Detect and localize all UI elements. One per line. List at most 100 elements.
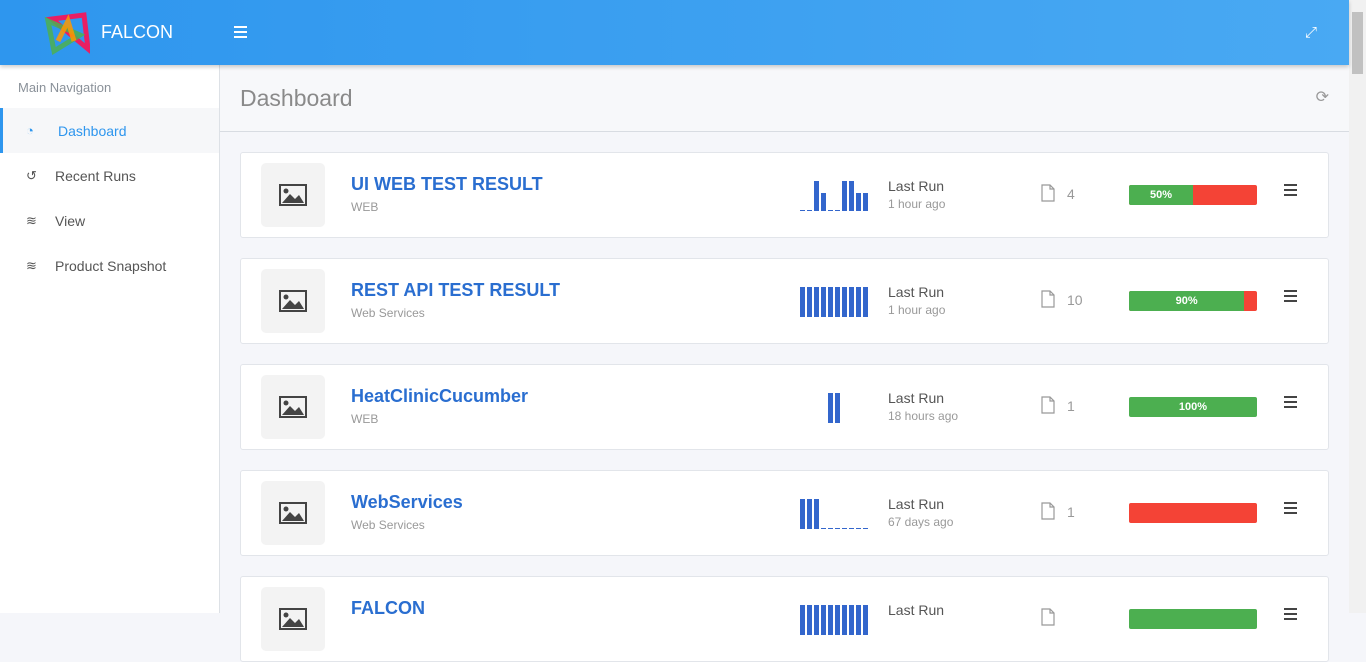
sparkline-bar [800, 210, 805, 211]
card-menu-icon[interactable] [1284, 502, 1297, 517]
pass-rate-bar: 100% [1129, 397, 1257, 417]
sparkline-bar [828, 528, 833, 529]
test-count: 10 [1067, 292, 1083, 308]
pass-rate-bar [1129, 503, 1257, 523]
sidebar-item-label: Dashboard [58, 122, 127, 139]
project-name[interactable]: UI WEB TEST RESULT [351, 174, 543, 195]
sparkline-bar [849, 605, 854, 635]
sparkline-bar [849, 287, 854, 317]
sparkline-bar [856, 193, 861, 211]
sparkline-bar [821, 605, 826, 635]
card-menu-icon[interactable] [1284, 290, 1297, 305]
image-placeholder-icon [261, 481, 325, 545]
file-icon [1041, 396, 1055, 414]
run-history-sparkline [800, 499, 868, 529]
image-placeholder-icon [261, 269, 325, 333]
project-card[interactable]: UI WEB TEST RESULT WEB Last Run 1 hour a… [240, 152, 1329, 238]
main-content: Dashboard ⟳ UI WEB TEST RESULT WEB Last … [220, 65, 1349, 662]
image-placeholder-icon [261, 587, 325, 651]
file-icon [1041, 608, 1055, 626]
project-name[interactable]: FALCON [351, 598, 425, 619]
project-type: Web Services [351, 306, 425, 320]
sparkline-bar [800, 605, 805, 635]
scrollbar[interactable] [1349, 0, 1366, 613]
gauge-icon: ◔ [26, 123, 34, 138]
fullscreen-icon[interactable]: ⤢ [1305, 24, 1317, 41]
last-run-time: 18 hours ago [888, 409, 959, 423]
last-run-time: 1 hour ago [888, 303, 946, 317]
last-run-label: Last Run [888, 496, 945, 512]
sparkline-bar [800, 499, 805, 529]
sidebar-item-recent-runs[interactable]: ↺ Recent Runs [0, 153, 219, 198]
scrollbar-thumb[interactable] [1352, 12, 1363, 74]
sparkline-bar [814, 287, 819, 317]
run-history-sparkline [800, 181, 868, 211]
project-card[interactable]: REST API TEST RESULT Web Services Last R… [240, 258, 1329, 344]
sparkline-bar [835, 210, 840, 211]
sparkline-bar [863, 193, 868, 211]
sparkline-bar [828, 605, 833, 635]
sparkline-bar [821, 193, 826, 211]
sparkline-bar [814, 499, 819, 529]
sparkline-bar [807, 210, 812, 211]
sparkline-bar [835, 287, 840, 317]
refresh-icon[interactable]: ⟳ [1316, 87, 1329, 107]
sparkline-bar [828, 210, 833, 211]
card-menu-icon[interactable] [1284, 608, 1297, 623]
image-placeholder-icon [261, 375, 325, 439]
menu-toggle-icon[interactable] [234, 26, 247, 41]
pass-rate-fill [1129, 609, 1257, 629]
project-name[interactable]: REST API TEST RESULT [351, 280, 560, 301]
nav-heading: Main Navigation [18, 80, 112, 95]
run-history-sparkline [800, 605, 868, 635]
sparkline-bar [814, 605, 819, 635]
project-type: Web Services [351, 518, 425, 532]
sparkline-bar [863, 528, 868, 529]
sparkline-bar [828, 287, 833, 317]
card-menu-icon[interactable] [1284, 396, 1297, 411]
sidebar-item-label: View [55, 212, 86, 229]
last-run-time: 1 hour ago [888, 197, 946, 211]
sidebar-item-product-snapshot[interactable]: ≋ Product Snapshot [0, 243, 219, 288]
sparkline-bar [828, 393, 833, 423]
last-run-label: Last Run [888, 602, 945, 618]
project-card[interactable]: FALCON Last Run [240, 576, 1329, 662]
project-name[interactable]: WebServices [351, 492, 463, 513]
sparkline-bar [856, 605, 861, 635]
sparkline-bar [842, 605, 847, 635]
image-placeholder-icon [261, 163, 325, 227]
sparkline-bar [807, 287, 812, 317]
sparkline-bar [856, 528, 861, 529]
last-run-time: 67 days ago [888, 515, 954, 529]
sparkline-bar [835, 528, 840, 529]
history-icon: ↺ [26, 167, 37, 183]
sparkline-bar [856, 287, 861, 317]
sparkline-bar [807, 499, 812, 529]
project-card[interactable]: HeatClinicCucumber WEB Last Run 18 hours… [240, 364, 1329, 450]
sparkline-bar [842, 181, 847, 211]
test-count: 1 [1067, 504, 1075, 520]
pass-rate-bar [1129, 609, 1257, 629]
sparkline-bar [821, 287, 826, 317]
project-type: WEB [351, 200, 379, 214]
layers-icon: ≋ [26, 257, 37, 273]
project-name[interactable]: HeatClinicCucumber [351, 386, 528, 407]
layers-icon: ≋ [26, 212, 37, 228]
file-icon [1041, 502, 1055, 520]
sparkline-bar [863, 605, 868, 635]
sidebar-item-label: Product Snapshot [55, 257, 167, 274]
brand-name: FALCON [101, 22, 174, 42]
card-menu-icon[interactable] [1284, 184, 1297, 199]
sidebar-item-view[interactable]: ≋ View [0, 198, 219, 243]
sidebar-item-dashboard[interactable]: ◔ Dashboard [0, 108, 219, 153]
sparkline-bar [814, 181, 819, 211]
file-icon [1041, 290, 1055, 308]
last-run-label: Last Run [888, 284, 945, 300]
project-card[interactable]: WebServices Web Services Last Run 67 day… [240, 470, 1329, 556]
page-header: Dashboard ⟳ [220, 65, 1349, 132]
sparkline-bar [849, 528, 854, 529]
sidebar-item-label: Recent Runs [55, 167, 136, 184]
test-count: 1 [1067, 398, 1075, 414]
sparkline-bar [849, 181, 854, 211]
top-bar: FALCON ⤢ [0, 0, 1349, 65]
